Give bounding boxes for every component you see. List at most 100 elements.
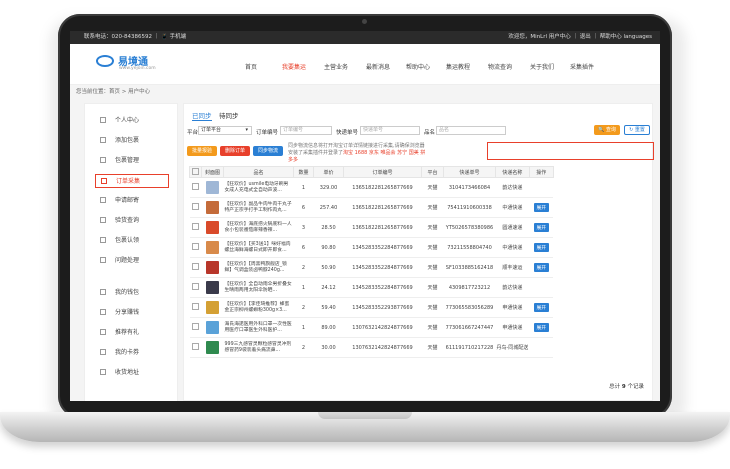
logo-icon[interactable] [96, 55, 114, 67]
row-checkbox[interactable] [189, 297, 202, 318]
sidebar-item-add-package[interactable]: 添加包裹 [95, 134, 169, 148]
laptop-hinge-notch [318, 412, 412, 419]
site-header: 易境通 www.yejoin.com 首页 我要集运 主营业务 最新消息 帮助中… [70, 44, 660, 85]
nav-about[interactable]: 关于我们 [530, 62, 554, 71]
product-name[interactable]: 【狂欢价】副品牛肉牛肉干丸子特产正宗手打手工制作肉丸... [223, 197, 294, 218]
delete-order-button[interactable]: 删除订单 [220, 146, 250, 156]
nav-tutorial[interactable]: 集运教程 [446, 62, 470, 71]
col-order: 订单编号 [343, 166, 422, 178]
row-checkbox[interactable] [189, 317, 202, 338]
product-thumb [201, 237, 224, 258]
name-input[interactable]: 品名 [436, 126, 506, 135]
courier-name: 申通快递 [495, 317, 530, 338]
platform: 天猫 [421, 277, 444, 298]
sidebar-item-packages[interactable]: 包裹管理 [95, 154, 169, 168]
row-checkbox[interactable] [189, 217, 202, 238]
row-checkbox[interactable] [189, 197, 202, 218]
courier-name: 韵达快递 [495, 277, 530, 298]
tab-synced[interactable]: 已同步 [192, 110, 212, 121]
product-name[interactable]: 【狂欢价】【周黑鸭旗舰店_锁鲜】气调盒装卤鸭脖240g... [223, 257, 294, 278]
nav-help[interactable]: 帮助中心 [406, 62, 430, 71]
sidebar-item-issues[interactable]: 问题处理 [95, 254, 169, 268]
platform: 天猫 [421, 217, 444, 238]
product-name[interactable]: 【狂欢价】【李佳琦推荐】蜂蜜金正宗柳州螺蛳粉300g×3... [223, 297, 294, 318]
orders-table: 封面图 品名 数量 单价 订单编号 平台 快递单号 快递名称 操作 【狂欢价】u… [189, 166, 554, 358]
row-checkbox[interactable] [189, 337, 202, 358]
platform-select[interactable]: 订单平台 ▾ [198, 126, 252, 135]
logo-url: www.yejoin.com [119, 66, 156, 71]
tab-unsynced[interactable]: 待同步 [219, 110, 239, 120]
expand-button[interactable]: 展开 [533, 223, 550, 232]
table-row: 【狂欢价】【李佳琦推荐】蜂蜜金正宗柳州螺蛳粉300g×3... 2 59.40 134… [189, 297, 554, 318]
row-checkbox[interactable] [189, 237, 202, 258]
select-all-checkbox[interactable] [189, 166, 202, 178]
qty: 1 [293, 317, 314, 338]
product-name[interactable]: 999三九感冒灵颗粒感冒灵冲剂感冒药9袋装着头痛流鼻... [223, 337, 294, 358]
reset-button[interactable]: ↻ 重置 [624, 125, 650, 135]
nav-business[interactable]: 主营业务 [324, 62, 348, 71]
sidebar-item-apply-mail[interactable]: 申请邮寄 [95, 194, 169, 208]
row-checkbox[interactable] [189, 257, 202, 278]
list-icon [100, 257, 106, 263]
user-links[interactable]: 欢迎您，MinLrl 用户中心 ｜ 退出 ｜ 帮助中心 languages [508, 31, 652, 44]
col-platform: 平台 [421, 166, 444, 178]
product-name[interactable]: 海氏海諾医用外科口罩一次性医用医疗口罩医生外科医护... [223, 317, 294, 338]
sidebar-item-address[interactable]: 收货地址 [95, 366, 169, 380]
product-name[interactable]: 【狂欢价】usmile电动牙刷男女成人充电式全自动声波... [223, 177, 294, 198]
expand-button[interactable]: 展开 [533, 263, 550, 272]
expand-button[interactable]: 展开 [533, 243, 550, 252]
op [529, 277, 554, 298]
sidebar-item-claim[interactable]: 包裹认领 [95, 234, 169, 248]
expand-button[interactable]: 展开 [533, 323, 550, 332]
list-icon [100, 197, 106, 203]
product-name[interactable]: 【狂欢价】全自动雨伞男折叠女生晴雨两用太阳伞防晒... [223, 277, 294, 298]
row-checkbox[interactable] [189, 177, 202, 198]
op: 展开 [529, 217, 554, 238]
tracking-number: YT5026578380986 [443, 217, 496, 238]
qty: 2 [293, 337, 314, 358]
table-row: 【狂欢价】海底捞火锅底料一人食小包装番茄麻辣香辣... 3 28.50 1365182… [189, 217, 554, 238]
product-name[interactable]: 【狂欢价】海底捞火锅底料一人食小包装番茄麻辣香辣... [223, 217, 294, 238]
product-name[interactable]: 【狂欢价】【买3送1】咪好福肉螺丝海鲜海螺日式即开即食... [223, 237, 294, 258]
order-number: 1345283352284877669 [343, 237, 422, 258]
courier-name: 圆通速递 [495, 217, 530, 238]
order-input[interactable]: 订单编号 [280, 126, 332, 135]
batch-inspect-button[interactable]: 批量报验 [187, 146, 217, 156]
tracking-input[interactable]: 快递单号 [360, 126, 420, 135]
list-icon [100, 369, 106, 375]
courier-name: 韵达快递 [495, 177, 530, 198]
expand-button[interactable]: 展开 [533, 203, 550, 212]
sidebar-item-coupons[interactable]: 我的卡券 [95, 346, 169, 360]
nav-tracking[interactable]: 物流查询 [488, 62, 512, 71]
product-thumb [201, 197, 224, 218]
price: 329.00 [313, 177, 344, 198]
order-number: 1365182281265877669 [343, 177, 422, 198]
sidebar-item-profile[interactable]: 个人中心 [95, 114, 169, 128]
user-sidebar: 个人中心 添加包裹 包裹管理 订单采集 申请邮寄 验货查询 包裹认领 问题处理 … [84, 103, 178, 401]
order-number: 1345283352284877669 [343, 257, 422, 278]
order-number: 1307632142824877669 [343, 317, 422, 338]
contact-phone: 联系电话：020-84386592 ｜ 📱 手机端 [84, 34, 187, 40]
expand-button[interactable]: 展开 [533, 303, 550, 312]
sidebar-item-order-collect[interactable]: 订单采集 [95, 174, 169, 188]
nav-home[interactable]: 首页 [245, 62, 257, 71]
sidebar-item-inspection[interactable]: 验货查询 [95, 214, 169, 228]
qty: 2 [293, 257, 314, 278]
row-checkbox[interactable] [189, 277, 202, 298]
nav-consolidate[interactable]: 我要集运 [282, 62, 306, 71]
nav-news[interactable]: 最新消息 [366, 62, 390, 71]
product-thumb [201, 177, 224, 198]
sidebar-item-refer[interactable]: 推荐有礼 [95, 326, 169, 340]
search-button[interactable]: 🔍 查询 [594, 125, 620, 135]
sync-notice: 同步物流信息将打开淘宝订单详情链接进行采集,请确保浏览器安装了采集插件并登录了淘… [288, 143, 426, 163]
sync-logistics-button[interactable]: 同步物流 [253, 146, 283, 156]
price: 50.90 [313, 257, 344, 278]
sidebar-item-wallet[interactable]: 我的钱包 [95, 286, 169, 300]
nav-plugin[interactable]: 采集插件 [570, 62, 594, 71]
platform-label: 平台 [187, 130, 199, 136]
courier-name: 中通快递 [495, 197, 530, 218]
tracking-label: 快递单号 [336, 130, 359, 136]
sidebar-item-share[interactable]: 分享赚钱 [95, 306, 169, 320]
op: 展开 [529, 197, 554, 218]
list-icon [101, 178, 107, 184]
